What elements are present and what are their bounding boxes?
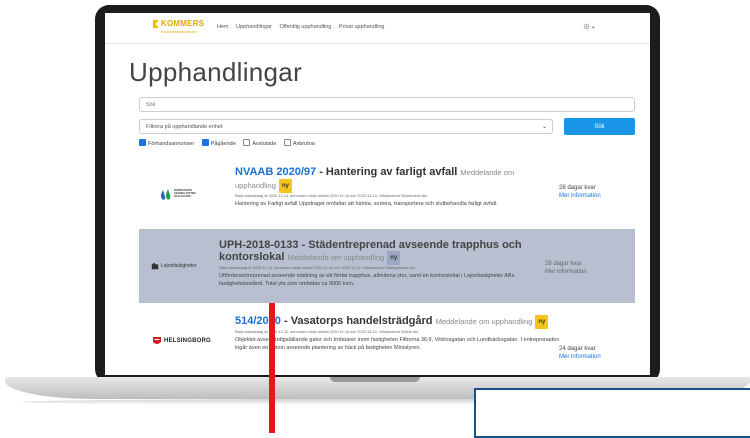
lion-icon: [151, 262, 159, 270]
logo-text: KOMMERS: [161, 19, 205, 28]
new-badge: ny: [387, 251, 401, 265]
result-id[interactable]: NVAAB 2020/97: [235, 166, 316, 178]
nav-link-offentlig-upphandling[interactable]: Offentlig upphandling: [279, 24, 331, 30]
filter-label: Filtrera på upphandlande enhet: [146, 124, 223, 130]
checkbox-unchecked[interactable]: [243, 139, 251, 146]
laptop-notch: [330, 377, 420, 382]
new-badge: ny: [535, 315, 549, 329]
nsva-logo-text: NORDVÄSTRA SKÅNES VATTEN OCH AVLOPP: [174, 189, 196, 198]
search-button[interactable]: Sök: [564, 118, 635, 135]
status-filters: Förhandsannonser Pågående Avslutade Avbr…: [139, 139, 321, 147]
helsingborg-logo: HELSINGBORG: [153, 337, 223, 347]
filter-avbrutna[interactable]: Avbrutna: [283, 139, 315, 147]
checkbox-checked[interactable]: [139, 139, 146, 146]
result-name[interactable]: Vasatorps handelsträdgård: [291, 315, 433, 327]
more-info-link[interactable]: Mer information: [559, 354, 601, 360]
nav-link-privat-upphandling[interactable]: Privat upphandling: [339, 24, 385, 30]
result-meta: Sista anbudsdag är 2020-12-10, annonsen …: [235, 330, 419, 334]
result-title[interactable]: NVAAB 2020/97 - Hantering av farligt avf…: [235, 166, 535, 193]
gear-icon: [583, 23, 590, 30]
nav-link-upphandlingar[interactable]: Upphandlingar: [236, 24, 272, 30]
filter-avslutade[interactable]: Avslutade: [243, 139, 276, 147]
nav-link-hem[interactable]: Hem: [217, 24, 229, 30]
chevron-down-icon: ⌄: [541, 124, 547, 130]
chevron-down-icon: ▾: [591, 25, 595, 31]
result-type: Meddelande om upphandling: [287, 253, 385, 262]
new-badge: ny: [278, 179, 292, 193]
list-item[interactable]: NORDVÄSTRA SKÅNES VATTEN OCH AVLOPP NVAA…: [139, 163, 635, 235]
page-title: Upphandlingar: [129, 57, 303, 87]
result-id[interactable]: UPH-2018-0133: [219, 239, 299, 251]
search-input[interactable]: [139, 97, 635, 112]
organization-filter-select[interactable]: Filtrera på upphandlande enhet ⌄: [139, 119, 553, 134]
more-info-link[interactable]: Mer information: [545, 269, 587, 275]
result-meta: Sista anbudsdag är 2020-12-14, annonsen …: [219, 266, 416, 270]
result-name[interactable]: Hantering av farligt avfall: [326, 166, 457, 178]
annotation-red-line: [269, 303, 275, 433]
water-drop-icon: [160, 189, 171, 200]
days-left: 24 dagar kvar: [559, 346, 596, 352]
result-type: Meddelande om upphandling: [435, 317, 533, 326]
nsva-logo: NORDVÄSTRA SKÅNES VATTEN OCH AVLOPP: [159, 187, 196, 203]
lejonfastigheter-logo: Lejonfastigheter: [151, 262, 211, 272]
lejonfastigheter-logo-text: Lejonfastigheter: [161, 263, 197, 269]
result-description: Objektet avser färdigställande gator och…: [235, 337, 560, 351]
days-left: 28 dagar kvar: [545, 261, 582, 267]
checkbox-checked[interactable]: [201, 139, 209, 146]
filter-pagaende[interactable]: Pågående: [201, 139, 236, 147]
top-navbar: KOMMERS Kommersannons.se Hem Upphandling…: [105, 13, 650, 44]
crown-shield-icon: [153, 337, 161, 344]
user-menu[interactable]: ▾: [583, 23, 594, 31]
logo-subtext: Kommersannons.se: [161, 29, 197, 34]
list-item[interactable]: HELSINGBORG 514/2020 - Vasatorps handels…: [139, 311, 635, 375]
more-info-link[interactable]: Mer information: [559, 193, 601, 199]
browser-viewport: KOMMERS Kommersannons.se Hem Upphandling…: [105, 13, 650, 375]
nav-links: Hem Upphandlingar Offentlig upphandling …: [217, 24, 390, 30]
kommers-logo[interactable]: KOMMERS Kommersannons.se: [153, 19, 204, 37]
checkbox-unchecked[interactable]: [283, 139, 291, 146]
result-title[interactable]: UPH-2018-0133 - Städentreprenad avseende…: [219, 239, 549, 265]
result-description: Hantering av Farligt avfall Uppdraget om…: [235, 201, 498, 207]
days-left: 28 dagar kvar: [559, 185, 596, 191]
list-item[interactable]: Lejonfastigheter UPH-2018-0133 - Städent…: [139, 229, 635, 303]
result-meta: Sista anbudsdag är 2020-12-14, annonsen …: [235, 194, 428, 198]
result-description: Utfördenentreprenad avseende städning av…: [219, 273, 515, 287]
annotation-blue-box: [474, 388, 750, 438]
kommers-k-icon: [153, 20, 159, 28]
helsingborg-logo-text: HELSINGBORG: [164, 338, 211, 344]
filter-forhandsannonser[interactable]: Förhandsannonser: [139, 139, 194, 147]
result-title[interactable]: 514/2020 - Vasatorps handelsträdgård Med…: [235, 315, 565, 329]
